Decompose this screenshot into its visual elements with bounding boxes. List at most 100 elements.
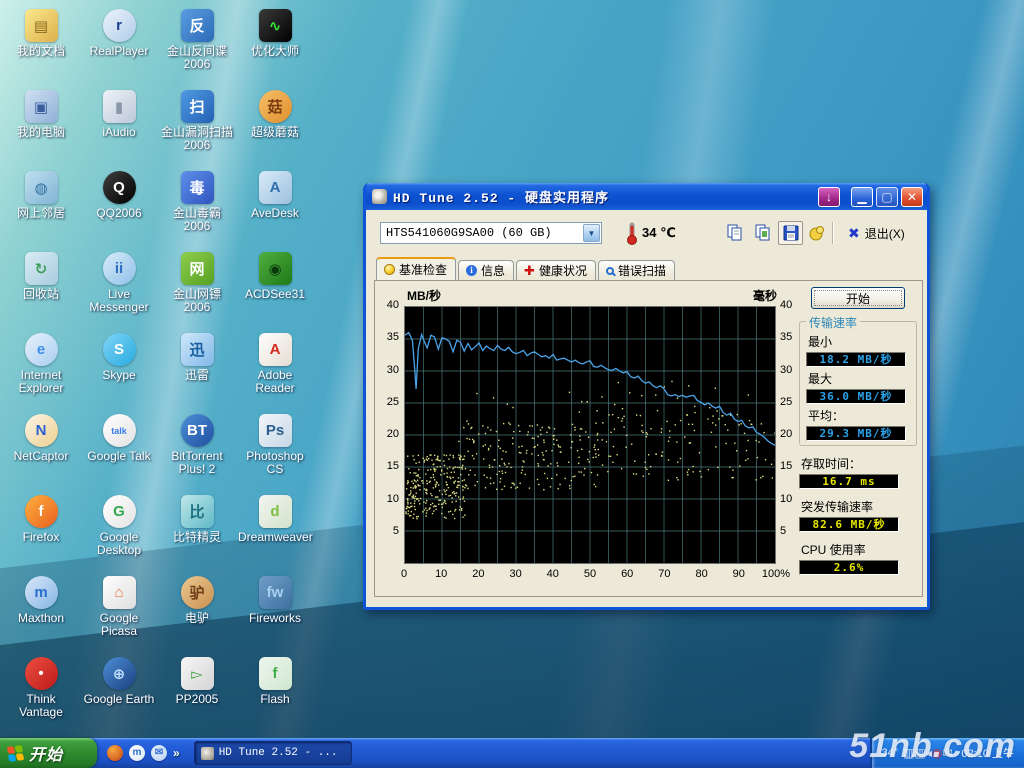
desktop-icon-kingsoft-scan-2006[interactable]: 扫金山漏洞扫描 2006 [158, 85, 236, 166]
close-button[interactable]: ✕ [901, 187, 923, 207]
netcaptor-icon: N [25, 414, 58, 447]
skype-icon: S [103, 333, 136, 366]
drive-select-combo[interactable]: HTS541060G9SA00 (60 GB) ▼ [380, 222, 602, 244]
desktop-icon-my-computer[interactable]: ▣我的电脑 [2, 85, 80, 166]
desktop-icon-internet-explorer[interactable]: e Internet Explorer [2, 328, 80, 409]
copy-image-icon[interactable] [750, 221, 775, 245]
desktop-icon-maxthon[interactable]: mMaxthon [2, 571, 80, 652]
desktop-icon-label: 超级蘑菇 [251, 126, 299, 139]
desktop-icon-google-desktop[interactable]: GGoogle Desktop [80, 490, 158, 571]
dreamweaver-icon: d [259, 495, 292, 528]
desktop-icon-fireworks[interactable]: fwFireworks [236, 571, 314, 652]
window-titlebar[interactable]: HD Tune 2.52 - 硬盘实用程序 ↓ ▁ ▢ ✕ [366, 183, 927, 210]
hdtune-window: HD Tune 2.52 - 硬盘实用程序 ↓ ▁ ▢ ✕ HTS541060G… [363, 183, 930, 610]
tab-benchmark[interactable]: 基准检查 [376, 257, 456, 280]
bulb-icon [384, 264, 395, 275]
maxthon-quicklaunch-icon[interactable]: m [129, 745, 145, 761]
tab-error-scan[interactable]: 错误扫描 [598, 260, 675, 280]
desktop-icon-firefox[interactable]: fFirefox [2, 490, 80, 571]
desktop-icon-google-talk[interactable]: talkGoogle Talk [80, 409, 158, 490]
desktop-icon-label: Think Vantage [4, 693, 78, 719]
toolbar-separator [832, 222, 833, 244]
desktop-icon-network-places[interactable]: ◍网上邻居 [2, 166, 80, 247]
desktop-icon-label: Skype [102, 369, 135, 382]
desktop-icon-flash[interactable]: f Flash [236, 652, 314, 733]
minimize-button[interactable]: ▁ [851, 187, 873, 207]
desktop-icon-avedesk[interactable]: AAveDesk [236, 166, 314, 247]
thinkvantage-icon: • [25, 657, 58, 690]
desktop-icon-super-mushroom[interactable]: 菇超级蘑菇 [236, 85, 314, 166]
desktop-icon-iaudio[interactable]: ▮iAudio [80, 85, 158, 166]
desktop-icon-label: Flash [260, 693, 289, 706]
x-tick: 40 [536, 568, 570, 580]
maximize-button[interactable]: ▢ [876, 187, 898, 207]
tab-info[interactable]: i信息 [458, 260, 514, 280]
desktop-icon-label: 金山反间谍 2006 [160, 45, 234, 71]
hdtune-task-icon [201, 747, 214, 760]
my-documents-icon: ▤ [25, 9, 58, 42]
desktop-icon-my-documents[interactable]: ▤我的文档 [2, 4, 80, 85]
desktop-icon-qq2006[interactable]: Q QQ2006 [80, 166, 158, 247]
desktop-icon-skype[interactable]: S Skype [80, 328, 158, 409]
y-axis-left-label: MB/秒 [407, 287, 441, 304]
desktop-icon-thinkvantage[interactable]: • Think Vantage [2, 652, 80, 733]
internet-explorer-icon: e [25, 333, 58, 366]
tab-health[interactable]: ✚健康状况 [516, 260, 596, 280]
google-picasa-icon: ⌂ [103, 576, 136, 609]
thermometer-icon [626, 222, 638, 249]
cpu-usage-label: CPU 使用率 [801, 541, 917, 558]
benchmark-chart [404, 306, 776, 564]
bitspirit-icon: 比 [181, 495, 214, 528]
donate-icon[interactable] [804, 221, 829, 245]
desktop-icon-kingsoft-antispy-2006[interactable]: 反金山反间谍 2006 [158, 4, 236, 85]
desktop-icon-bittorrent-plus2[interactable]: BTBitTorrent Plus! 2 [158, 409, 236, 490]
y-axis-right-label: 毫秒 [753, 287, 777, 304]
desktop-icon-kingsoft-wangbiao-2006[interactable]: 网金山网镖 2006 [158, 247, 236, 328]
drive-select-value: HTS541060G9SA00 (60 GB) [381, 226, 582, 240]
skin-download-button[interactable]: ↓ [818, 187, 840, 207]
desktop-icon-adobe-reader[interactable]: AAdobe Reader [236, 328, 314, 409]
tray-mail-icon[interactable]: ✉ [942, 746, 952, 760]
desktop-icon-label: Firefox [23, 531, 60, 544]
copy-icon[interactable] [722, 221, 747, 245]
desktop-icon-recycle-bin[interactable]: ↻回收站 [2, 247, 80, 328]
desktop-icon-pp2005[interactable]: ▻PP2005 [158, 652, 236, 733]
desktop-icon-label: ACDSee31 [245, 288, 305, 301]
desktop-icon-dreamweaver[interactable]: dDreamweaver [236, 490, 314, 571]
avg-label: 平均： [808, 407, 910, 424]
hdtune-task-button[interactable]: HD Tune 2.52 - ... [194, 741, 352, 765]
windows-flag-icon [7, 745, 24, 762]
desktop-icon-photoshop-cs[interactable]: PsPhotoshop CS [236, 409, 314, 490]
desktop-icon-realplayer[interactable]: rRealPlayer [80, 4, 158, 85]
acdsee31-icon: ◉ [259, 252, 292, 285]
desktop-icon-label: Internet Explorer [4, 369, 78, 395]
outlook-express-quicklaunch-icon[interactable]: ✉ [151, 745, 167, 761]
desktop-icon-live-messenger[interactable]: iiLive Messenger [80, 247, 158, 328]
tray-network-offline-icon[interactable]: ▥ [914, 746, 925, 760]
google-talk-icon: talk [103, 414, 136, 447]
start-menu-button[interactable]: 开始 [0, 738, 97, 768]
flash-icon: f [259, 657, 292, 690]
desktop-icon-netcaptor[interactable]: NNetCaptor [2, 409, 80, 490]
tray-guard-icon[interactable]: ◉ [932, 746, 942, 760]
desktop-icon-youhua-dashi[interactable]: ∿优化大师 [236, 4, 314, 85]
desktop-icon-acdsee31[interactable]: ◉ ACDSee31 [236, 247, 314, 328]
quick-launch-chevron-icon[interactable]: » [173, 746, 180, 760]
desktop-icon-bitspirit[interactable]: 比比特精灵 [158, 490, 236, 571]
y-tick-left: 20 [375, 428, 399, 440]
desktop-icon-google-earth[interactable]: ⊕Google Earth [80, 652, 158, 733]
chevron-down-icon[interactable]: ▼ [583, 224, 600, 242]
desktop-icon-xunlei[interactable]: 迅迅雷 [158, 328, 236, 409]
desktop-icon-google-picasa[interactable]: ⌂Google Picasa [80, 571, 158, 652]
firefox-quicklaunch-icon[interactable] [107, 745, 123, 761]
save-icon[interactable] [778, 221, 803, 245]
scan-icon [606, 267, 614, 275]
desktop-icon-label: QQ2006 [96, 207, 141, 220]
access-time-value: 16.7 ms [799, 474, 899, 489]
start-benchmark-button[interactable]: 开始 [811, 287, 905, 309]
tray-display-icon[interactable]: ▥ [903, 746, 914, 760]
exit-button[interactable]: ✖ 退出(X) [844, 222, 909, 244]
desktop-icon-kingsoft-duba-2006[interactable]: 毒金山毒霸 2006 [158, 166, 236, 247]
qq2006-icon: Q [103, 171, 136, 204]
desktop-icon-edonkey[interactable]: 驴电驴 [158, 571, 236, 652]
